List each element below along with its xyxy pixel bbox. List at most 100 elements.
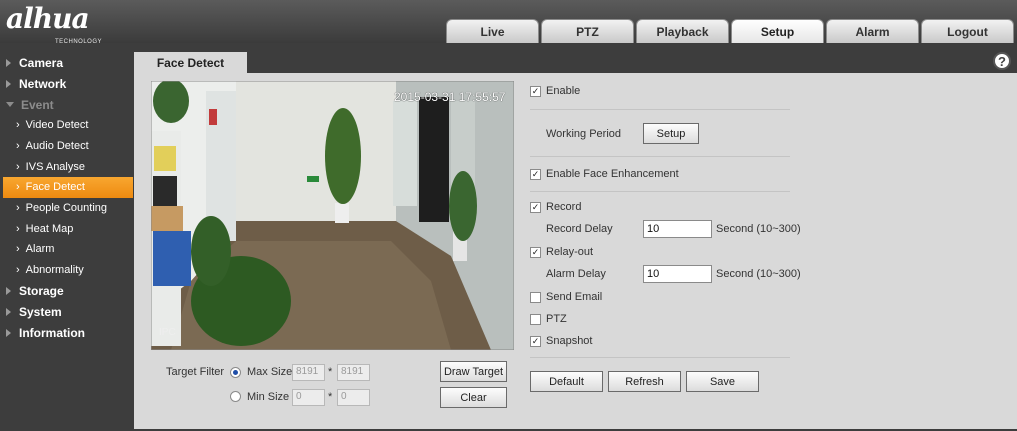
min-size-width-field[interactable]: 0 [292, 389, 325, 406]
sidebar-section-event[interactable]: Event [0, 94, 134, 115]
target-filter-label: Target Filter [166, 366, 225, 378]
sidebar-item-alarm[interactable]: › Alarm [0, 239, 134, 260]
sidebar-section-storage[interactable]: Storage [0, 281, 134, 302]
chevron-right-icon: › [16, 160, 20, 173]
tab-face-detect[interactable]: Face Detect [134, 52, 247, 73]
enable-checkbox[interactable]: ✓ [530, 86, 541, 97]
record-label: Record [546, 201, 582, 213]
size-separator: * [328, 366, 333, 378]
alarm-delay-unit: Second (10~300) [716, 268, 801, 280]
working-period-label: Working Period [546, 128, 621, 140]
video-timestamp: 2015-03-31 17:55:57 [394, 90, 506, 104]
min-size-radio[interactable] [230, 391, 241, 402]
max-size-label: Max Size [247, 366, 293, 378]
nav-tab-logout[interactable]: Logout [921, 19, 1014, 43]
help-icon[interactable]: ? [993, 52, 1011, 70]
divider [530, 191, 790, 192]
relay-out-label: Relay-out [546, 246, 594, 258]
sidebar-section-label: Camera [19, 55, 64, 70]
logo-subtext: TECHNOLOGY [55, 39, 103, 46]
face-enhancement-checkbox[interactable]: ✓ [530, 169, 541, 180]
setup-button[interactable]: Setup [643, 123, 699, 144]
header-bar: alhua TECHNOLOGY Live PTZ Playback Setup… [0, 0, 1017, 45]
expand-arrow-icon [6, 329, 11, 337]
sidebar: Camera Network Event › Video Detect › Audi… [0, 52, 134, 344]
clear-button[interactable]: Clear [440, 387, 507, 408]
sidebar-item-label: Video Detect [25, 119, 89, 132]
max-size-width-field[interactable]: 8191 [292, 364, 325, 381]
sidebar-section-label: Network [19, 76, 67, 91]
sidebar-item-label: Heat Map [25, 222, 74, 235]
send-email-label: Send Email [546, 291, 603, 303]
app-window: alhua TECHNOLOGY Live PTZ Playback Setup… [0, 0, 1017, 431]
size-separator: * [328, 391, 333, 403]
snapshot-label: Snapshot [546, 335, 593, 347]
expand-arrow-icon [6, 287, 11, 295]
nav-tab-ptz[interactable]: PTZ [541, 19, 634, 43]
sidebar-item-heat-map[interactable]: › Heat Map [0, 218, 134, 239]
draw-target-button[interactable]: Draw Target [440, 361, 507, 382]
camera-scene-image [151, 81, 514, 350]
sidebar-section-network[interactable]: Network [0, 73, 134, 94]
chevron-right-icon: › [16, 243, 20, 256]
record-checkbox[interactable]: ✓ [530, 202, 541, 213]
sidebar-section-label: Storage [19, 284, 64, 298]
sidebar-item-label: Face Detect [25, 181, 85, 194]
ptz-label: PTZ [546, 313, 567, 325]
nav-tab-setup[interactable]: Setup [731, 19, 824, 43]
video-channel-label: IPC [159, 327, 176, 338]
max-size-radio[interactable] [230, 367, 241, 378]
max-size-height-field[interactable]: 8191 [337, 364, 370, 381]
nav-tab-live[interactable]: Live [446, 19, 539, 43]
save-button[interactable]: Save [686, 371, 759, 392]
min-size-height-field[interactable]: 0 [337, 389, 370, 406]
face-enhancement-label: Enable Face Enhancement [546, 168, 679, 180]
expand-arrow-icon [6, 79, 11, 88]
tab-bar: Face Detect ? [134, 52, 1017, 73]
expand-arrow-icon [6, 58, 11, 67]
collapse-arrow-icon [6, 102, 14, 107]
sidebar-item-label: IVS Analyse [25, 160, 85, 173]
logo-text: alhua [6, 2, 90, 35]
record-delay-unit: Second (10~300) [716, 223, 801, 235]
default-button[interactable]: Default [530, 371, 603, 392]
sidebar-item-ivs-analyse[interactable]: › IVS Analyse [0, 156, 134, 177]
chevron-right-icon: › [16, 119, 20, 132]
sidebar-item-audio-detect[interactable]: › Audio Detect [0, 136, 134, 157]
sidebar-item-abnormality[interactable]: › Abnormality [0, 260, 134, 281]
sidebar-item-label: Audio Detect [25, 140, 89, 153]
chevron-right-icon: › [16, 140, 20, 153]
min-size-label: Min Size [247, 391, 290, 403]
divider [530, 156, 790, 157]
sidebar-item-face-detect[interactable]: › Face Detect [3, 177, 133, 198]
sidebar-section-label: Event [21, 97, 54, 112]
divider [530, 357, 790, 358]
chevron-right-icon: › [16, 181, 20, 194]
record-delay-input[interactable]: 10 [643, 220, 712, 238]
expand-arrow-icon [6, 308, 11, 316]
nav-tab-playback[interactable]: Playback [636, 19, 729, 43]
chevron-right-icon: › [16, 264, 20, 277]
sidebar-item-people-counting[interactable]: › People Counting [0, 198, 134, 219]
sidebar-item-label: Alarm [25, 243, 55, 256]
sidebar-section-information[interactable]: Information [0, 323, 134, 344]
relay-out-checkbox[interactable]: ✓ [530, 247, 541, 258]
snapshot-checkbox[interactable]: ✓ [530, 336, 541, 347]
content-panel: Face Detect ? 2015-03-31 17:55:57 IPC Ta… [134, 52, 1017, 429]
sidebar-section-system[interactable]: System [0, 302, 134, 323]
enable-label: Enable [546, 85, 581, 97]
chevron-right-icon: › [16, 222, 20, 235]
refresh-button[interactable]: Refresh [608, 371, 681, 392]
top-nav: Live PTZ Playback Setup Alarm Logout [446, 19, 1014, 43]
sidebar-item-video-detect[interactable]: › Video Detect [0, 115, 134, 136]
sidebar-item-label: Abnormality [25, 264, 84, 277]
alarm-delay-input[interactable]: 10 [643, 265, 712, 283]
record-delay-label: Record Delay [546, 223, 613, 235]
video-preview[interactable]: 2015-03-31 17:55:57 IPC [151, 81, 514, 350]
send-email-checkbox[interactable] [530, 292, 541, 303]
nav-tab-alarm[interactable]: Alarm [826, 19, 919, 43]
chevron-right-icon: › [16, 202, 20, 215]
sidebar-section-label: System [19, 305, 62, 319]
sidebar-section-camera[interactable]: Camera [0, 52, 134, 73]
ptz-checkbox[interactable] [530, 314, 541, 325]
